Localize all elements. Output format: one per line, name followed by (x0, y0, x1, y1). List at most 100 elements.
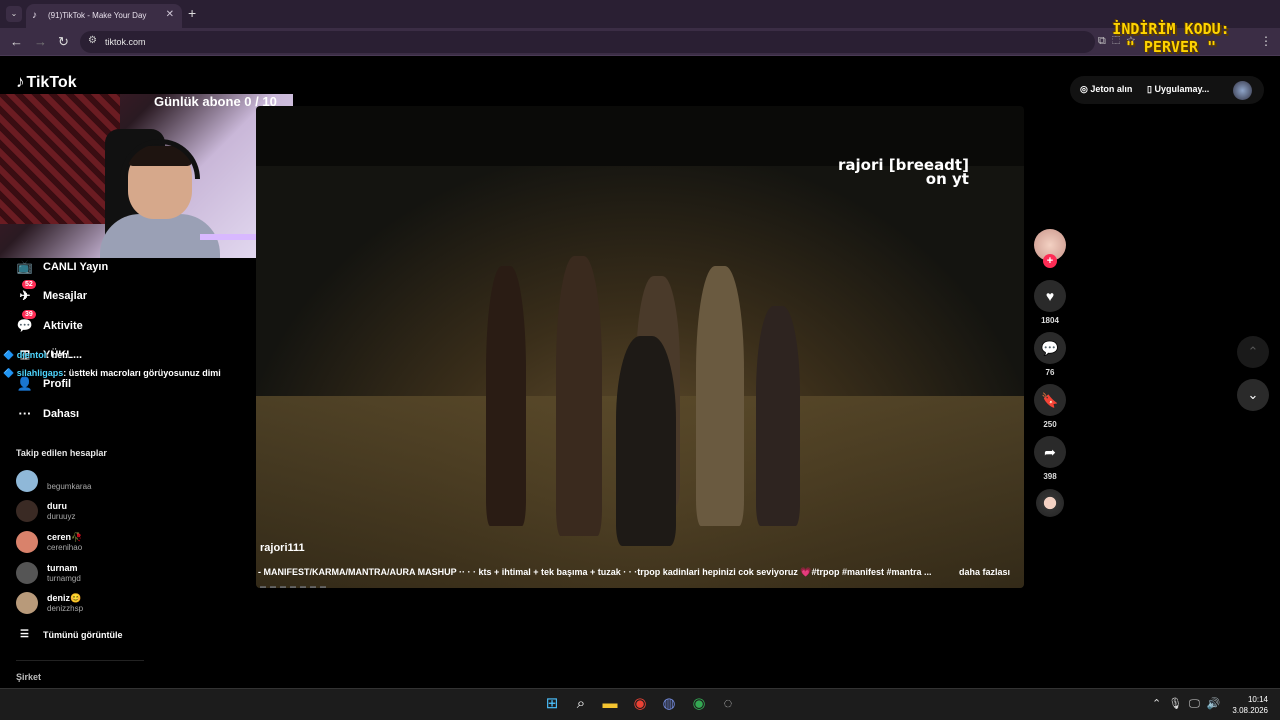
chat-username: silahligaps (16, 368, 64, 378)
sidebar-item-messages[interactable]: ✈ 52 Mesajlar (16, 280, 88, 304)
live-icon: 📺 (16, 259, 34, 274)
account-username: cerenihao (47, 542, 83, 552)
comment-button[interactable]: 💬 (1034, 332, 1066, 364)
followed-account[interactable]: deniz😊 denizzhsp (16, 592, 83, 614)
save-count: 250 (1043, 420, 1057, 429)
chat-badge-icon: 🔷 (3, 368, 15, 378)
reload-icon[interactable]: ↻ (58, 34, 69, 50)
chat-text: : heh (46, 350, 68, 360)
account-username: duruuyz (47, 511, 76, 521)
chrome-icon[interactable]: ◉ (690, 695, 708, 713)
account-username: denizzhsp (47, 603, 84, 613)
music-disc-icon[interactable] (1036, 489, 1064, 517)
previous-video-button[interactable]: ⌃ (1237, 336, 1269, 368)
account-username: turnamgd (47, 573, 81, 583)
search-icon[interactable]: ⌕ (572, 695, 590, 713)
date: 3.08.2026 (1232, 706, 1268, 715)
chat-message: 🔷 silahligaps: üstteki macroları görüyos… (3, 368, 221, 379)
forward-arrow-icon[interactable]: → (34, 34, 47, 49)
followed-account[interactable]: ceren🥀 cerenihao (16, 531, 82, 553)
coin-icon: ◎ (1080, 84, 1091, 94)
dancer-figure (556, 256, 602, 536)
chat-badge-icon: 🔷 (3, 350, 15, 360)
tiktok-note-icon: ♪ (16, 72, 25, 91)
omnibox[interactable] (80, 31, 1095, 53)
chat-username: dientoi (16, 350, 47, 360)
like-button[interactable]: ♥ (1034, 280, 1066, 312)
sidebar-item-label: CANLI Yayın (43, 261, 109, 273)
get-coins-button[interactable]: ◎ Jeton alın (1080, 84, 1132, 95)
taskbar-clock[interactable]: 10:14 3.08.2026 (1232, 694, 1268, 716)
following-section-title: Takip edilen hesaplar (16, 448, 107, 458)
account-name: duru (47, 500, 67, 511)
avatar (16, 562, 38, 584)
app-icon[interactable]: ◌ (719, 695, 737, 713)
get-app-button[interactable]: ▯ Uygulamay... (1147, 84, 1209, 95)
chat-message: 🔷 dientoi: heh (3, 350, 68, 361)
dancer-figure (486, 266, 526, 526)
file-explorer-icon[interactable]: ▬ (601, 695, 619, 713)
avatar (16, 531, 38, 553)
list-icon: ☰ (20, 629, 29, 640)
follow-plus-icon[interactable]: + (1043, 254, 1057, 268)
account-username: begumkaraa (47, 481, 92, 491)
webcam-overlay (0, 94, 293, 258)
windows-start-icon[interactable]: ⊞ (543, 695, 561, 713)
avatar[interactable] (1233, 81, 1252, 100)
sidebar-item-activity[interactable]: 💬 39 Aktivite (16, 310, 83, 334)
account-name: deniz😊 (47, 592, 82, 603)
account-name: ceren🥀 (47, 531, 83, 542)
tiktok-logo[interactable]: ♪ TikTok (16, 72, 77, 92)
time: 10:14 (1247, 695, 1268, 704)
followed-account[interactable]: duru duruuyz (16, 500, 75, 522)
browser-menu-icon[interactable]: ⋮ (1260, 34, 1272, 48)
activity-icon: 💬 39 (16, 310, 36, 334)
sidebar-item-label: Aktivite (43, 320, 83, 332)
chrome-icon[interactable]: ◉ (631, 695, 649, 713)
bookmark-icon: 🔖 (1041, 392, 1059, 408)
see-all-button[interactable]: ☰ Tümünü görüntüle (20, 629, 122, 640)
video-watermark: rajori [breeadt] on yt (838, 156, 969, 188)
new-tab-button[interactable]: + (188, 5, 196, 21)
chat-text: : üstteki macroları görüyosunuz dimi (63, 368, 221, 378)
sidebar-item-live[interactable]: 📺 CANLI Yayın (16, 259, 108, 275)
video-player[interactable]: rajori [breeadt] on yt rajori111 - MANIF… (256, 106, 1024, 588)
back-arrow-icon[interactable]: ← (10, 34, 23, 49)
share-button[interactable]: ➦ (1034, 436, 1066, 468)
close-icon[interactable]: ✕ (166, 9, 174, 20)
save-button[interactable]: 🔖 (1034, 384, 1066, 416)
browser-tab[interactable]: ♪ (91)TikTok - Make Your Day ✕ (26, 4, 182, 28)
messages-icon: ✈ 52 (16, 280, 36, 304)
system-tray-icons[interactable]: ⌃🎙🖵🔊 (1152, 697, 1227, 711)
company-link[interactable]: Şirket (16, 672, 41, 682)
sidebar-item-label: Mesajlar (43, 290, 88, 302)
discord-icon[interactable]: ◍ (660, 695, 678, 713)
notification-badge: 39 (22, 310, 36, 319)
avatar (16, 592, 38, 614)
dancer-figure (756, 306, 800, 526)
video-progress-dots[interactable]: ▬▬▬▬▬▬▬ (260, 584, 330, 588)
account-name (47, 471, 91, 482)
video-author[interactable]: rajori111 (260, 542, 305, 554)
followed-account[interactable]: begumkaraa (16, 470, 91, 492)
site-info-icon[interactable]: ⚙ (88, 35, 97, 46)
divider (16, 660, 144, 661)
tab-title: (91)TikTok - Make Your Day (48, 11, 147, 20)
notification-badge: 52 (22, 280, 36, 289)
dancer-figure (616, 336, 676, 546)
promo-line-2: " PERVER " (1125, 38, 1217, 56)
sidebar-item-more[interactable]: ··· Dahası (16, 406, 80, 421)
comment-count: 76 (1045, 368, 1055, 377)
dancer-figure (696, 266, 744, 526)
next-video-button[interactable]: ⌄ (1237, 379, 1269, 411)
url-text[interactable]: tiktok.com (105, 37, 146, 47)
like-count: 1804 (1041, 316, 1059, 325)
see-more-link[interactable]: daha fazlası (959, 567, 1010, 577)
more-icon: ··· (18, 406, 32, 421)
followed-account[interactable]: turnam turnamgd (16, 562, 81, 584)
tab-list-button[interactable]: ⌄ (6, 6, 22, 22)
heart-icon: ♥ (1045, 288, 1055, 304)
tiktok-favicon-icon: ♪ (32, 10, 37, 21)
video-caption: - MANIFEST/KARMA/MANTRA/AURA MASHUP ·· ·… (258, 567, 932, 577)
chevron-down-icon: ⌄ (1247, 387, 1259, 402)
